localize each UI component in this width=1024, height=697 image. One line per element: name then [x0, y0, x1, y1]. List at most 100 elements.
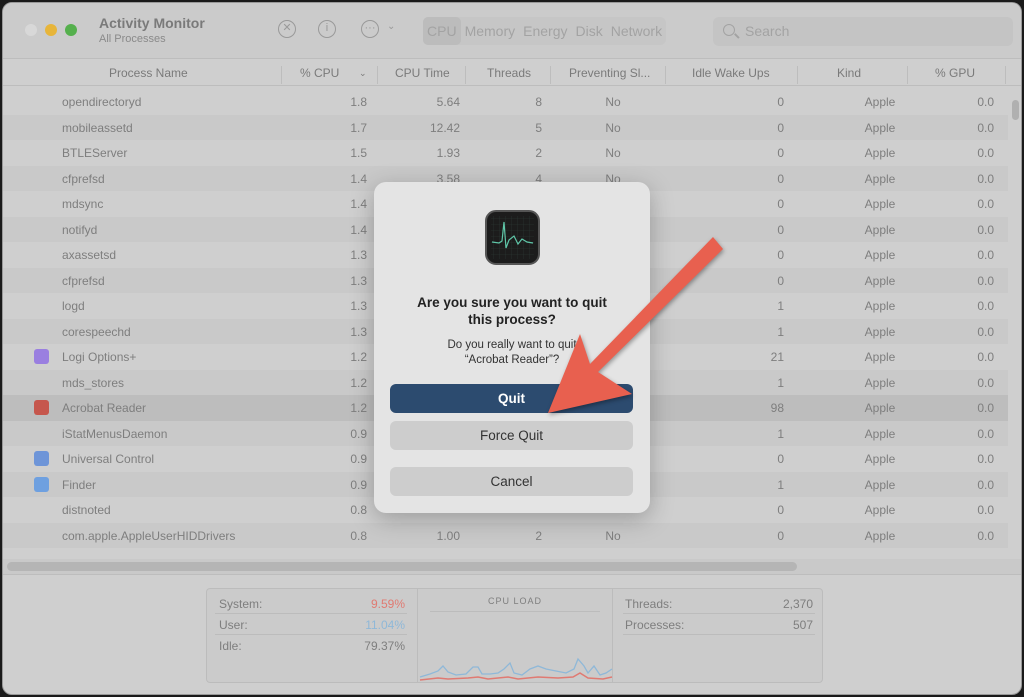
- cell-idle-wake-ups: 1: [777, 375, 784, 390]
- universal-app-icon: [34, 451, 49, 466]
- tab-disk[interactable]: Disk: [571, 17, 606, 45]
- user-value: 11.04%: [365, 618, 405, 632]
- cell-kind: Apple: [864, 350, 896, 364]
- cell-cpu-time: 1.00: [436, 528, 460, 543]
- info-icon[interactable]: i: [318, 20, 336, 38]
- cell-cpu: 1.3: [350, 248, 367, 262]
- table-row[interactable]: mobileassetd 1.7 12.42 5 No 0 Apple 0.0: [3, 114, 1008, 140]
- cancel-button[interactable]: Cancel: [390, 467, 633, 496]
- zoom-window-button[interactable]: [65, 24, 77, 36]
- cell-cpu: 1.4: [350, 197, 367, 211]
- vertical-scrollbar[interactable]: [1012, 100, 1019, 120]
- cell-gpu: 0.0: [977, 171, 994, 186]
- logi-app-icon: [34, 349, 49, 364]
- cpu-load-graph: CPU LOAD: [417, 589, 613, 682]
- cell-process-name: mds_stores: [62, 375, 125, 390]
- force-quit-button[interactable]: Force Quit: [390, 421, 633, 450]
- cell-process-name: com.apple.AppleUserHIDDrivers: [62, 528, 236, 543]
- stop-icon[interactable]: ✕: [278, 20, 296, 38]
- cell-gpu: 0.0: [977, 426, 994, 441]
- cell-process-name: corespeechd: [62, 324, 131, 339]
- tab-cpu[interactable]: CPU: [423, 17, 461, 45]
- col-cpu-time[interactable]: CPU Time: [395, 66, 450, 80]
- cell-idle-wake-ups: 0: [777, 146, 784, 160]
- cpu-load-sparkline: [419, 657, 613, 681]
- cell-idle-wake-ups: 1: [777, 299, 784, 313]
- col-cpu[interactable]: % CPU: [300, 66, 339, 80]
- cell-idle-wake-ups: 98: [770, 401, 784, 415]
- cell-cpu: 1.4: [350, 222, 367, 237]
- tab-energy[interactable]: Energy: [519, 17, 571, 45]
- tab-memory[interactable]: Memory: [461, 17, 520, 45]
- cell-gpu: 0.0: [977, 324, 994, 339]
- cell-process-name: BTLEServer: [62, 146, 128, 160]
- cell-kind: Apple: [864, 120, 896, 135]
- cell-preventing-sleep: No: [605, 146, 621, 160]
- cell-idle-wake-ups: 0: [777, 120, 784, 135]
- cell-kind: Apple: [864, 95, 896, 109]
- more-icon[interactable]: ···: [361, 20, 379, 38]
- cell-idle-wake-ups: 21: [770, 350, 784, 364]
- col-preventing-sleep[interactable]: Preventing Sl...: [569, 66, 650, 80]
- cell-threads: 2: [535, 528, 542, 543]
- cell-cpu: 0.9: [350, 426, 367, 441]
- table-row[interactable]: opendirectoryd 1.8 5.64 8 No 0 Apple 0.0: [3, 89, 1008, 115]
- cell-kind: Apple: [864, 324, 896, 339]
- cell-gpu: 0.0: [977, 452, 994, 466]
- sort-desc-icon: ⌄: [359, 68, 367, 78]
- table-row[interactable]: BTLEServer 1.5 1.93 2 No 0 Apple 0.0: [3, 140, 1008, 166]
- cell-gpu: 0.0: [977, 350, 994, 364]
- tab-bar: CPU Memory Energy Disk Network: [423, 17, 667, 45]
- processes-label: Processes:: [625, 618, 685, 632]
- cell-cpu: 1.7: [350, 120, 367, 135]
- cell-gpu: 0.0: [977, 197, 994, 211]
- cell-process-name: mdsync: [62, 197, 104, 211]
- search-input[interactable]: Search: [713, 17, 1013, 46]
- cell-kind: Apple: [864, 197, 896, 211]
- table-row[interactable]: com.apple.AppleUserHIDDrivers 0.8 1.00 2 No 0…: [3, 522, 1008, 548]
- minimize-window-button[interactable]: [45, 24, 57, 36]
- cell-process-name: mobileassetd: [62, 120, 133, 135]
- cell-gpu: 0.0: [977, 477, 994, 492]
- quit-button[interactable]: Quit: [390, 384, 633, 413]
- chevron-down-icon[interactable]: ⌄: [387, 21, 395, 32]
- col-threads[interactable]: Threads: [487, 66, 531, 80]
- system-label: System:: [219, 597, 263, 611]
- col-idle-wake-ups[interactable]: Idle Wake Ups: [692, 66, 770, 80]
- cell-kind: Apple: [864, 477, 896, 492]
- cell-kind: Apple: [864, 273, 896, 288]
- cell-gpu: 0.0: [977, 222, 994, 237]
- cell-threads: 8: [535, 95, 542, 109]
- horizontal-scrollbar[interactable]: [7, 562, 797, 571]
- col-kind[interactable]: Kind: [837, 66, 861, 80]
- cell-kind: Apple: [864, 426, 896, 441]
- system-value: 9.59%: [370, 597, 405, 611]
- cell-cpu: 0.8: [350, 503, 367, 517]
- user-label: User:: [219, 618, 248, 632]
- toolbar: Activity Monitor All Processes ✕ i ··· ⌄…: [3, 3, 1021, 59]
- cell-cpu: 0.9: [350, 452, 367, 466]
- tab-network[interactable]: Network: [607, 17, 666, 45]
- cell-idle-wake-ups: 0: [777, 95, 784, 109]
- cell-cpu: 1.3: [350, 324, 367, 339]
- cell-cpu: 1.3: [350, 299, 367, 313]
- cell-process-name: Universal Control: [62, 452, 155, 466]
- window-title: Activity Monitor: [99, 15, 205, 31]
- col-gpu[interactable]: % GPU: [935, 66, 975, 80]
- cell-gpu: 0.0: [977, 95, 994, 109]
- cell-process-name: notifyd: [62, 222, 98, 237]
- cell-kind: Apple: [864, 375, 896, 390]
- cell-cpu: 1.4: [350, 171, 367, 186]
- idle-label: Idle:: [219, 639, 242, 653]
- acrobat-app-icon: [34, 400, 49, 415]
- cell-process-name: opendirectoryd: [62, 95, 142, 109]
- cell-gpu: 0.0: [977, 120, 994, 135]
- cell-cpu: 1.2: [350, 401, 367, 415]
- col-process-name[interactable]: Process Name: [109, 66, 188, 80]
- cell-kind: Apple: [864, 299, 896, 313]
- activity-monitor-app-icon: [485, 210, 540, 265]
- close-window-button[interactable]: [25, 24, 37, 36]
- search-placeholder: Search: [745, 23, 790, 39]
- cell-gpu: 0.0: [977, 528, 994, 543]
- cell-idle-wake-ups: 0: [777, 273, 784, 288]
